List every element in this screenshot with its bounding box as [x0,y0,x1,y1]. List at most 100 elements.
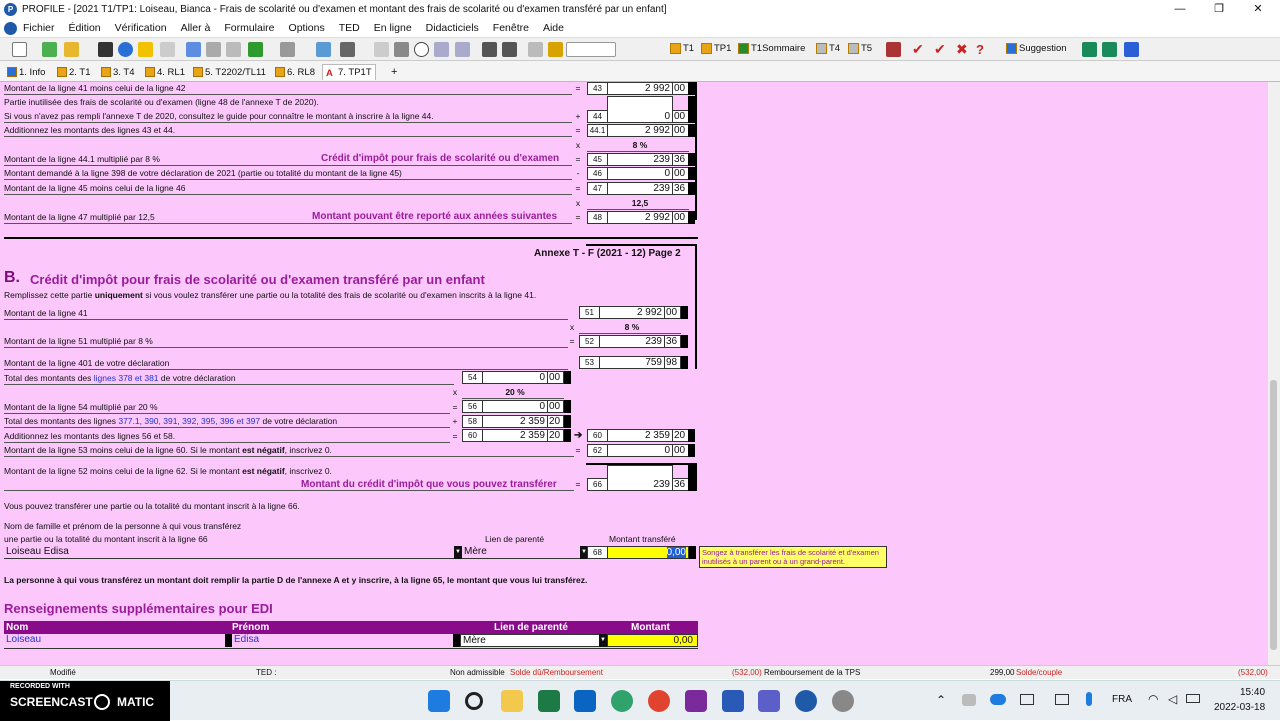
line-44-amount[interactable]: 0 [607,96,673,123]
import-icon[interactable] [42,42,57,57]
line-44-cents[interactable]: 00 [673,110,689,123]
delete-x-icon[interactable]: ✖ [956,42,971,57]
tab-rl1[interactable]: 4. RL1 [142,64,188,80]
calculator-icon[interactable] [340,42,355,57]
layout-icon[interactable] [434,42,449,57]
new-file-icon[interactable] [12,42,27,57]
line-48-amount[interactable]: 2 992 [607,211,673,224]
volume-icon[interactable]: ◁ [1168,692,1177,706]
line-51-amount[interactable]: 2 992 [599,306,665,319]
zoom-icon[interactable] [414,42,429,57]
line-45-cents[interactable]: 36 [673,153,689,166]
tp1-form-button[interactable]: TP1 [701,43,731,54]
line-56-cents[interactable]: 00 [548,400,564,413]
onedrive-icon[interactable] [990,694,1006,705]
line-53-cents[interactable]: 98 [665,356,681,369]
chrome-icon[interactable] [648,690,670,712]
line-56-amount[interactable]: 0 [482,400,548,413]
wifi-icon[interactable]: ◠ [1148,692,1158,706]
grid-icon[interactable] [316,42,331,57]
line-46-amount[interactable]: 0 [607,167,673,180]
line-441-amount[interactable]: 2 992 [607,124,673,137]
lock-icon[interactable] [548,42,563,57]
line-62-amount[interactable]: 0 [607,444,673,457]
line-58-amount[interactable]: 2 359 [482,415,548,428]
t1-form-button[interactable]: T1 [670,43,694,54]
search-icon[interactable] [465,692,483,710]
line-51-cents[interactable]: 00 [665,306,681,319]
save-icon[interactable] [98,42,113,57]
menu-ted[interactable]: TED [339,22,360,34]
favorite-star-icon[interactable] [138,42,153,57]
help-icon[interactable] [118,42,133,57]
suggestion-button[interactable]: Suggestion [1006,43,1067,54]
file-explorer-icon[interactable] [501,690,523,712]
tab-t2202[interactable]: 5. T2202/TL11 [190,64,269,80]
person-icon[interactable] [886,42,901,57]
line-46-cents[interactable]: 00 [673,167,689,180]
language-indicator[interactable]: FRA [1112,694,1132,705]
app-taskbar-icon[interactable] [832,690,854,712]
line-43-amount[interactable]: 2 992 [607,82,673,95]
line-48-cents[interactable]: 00 [673,211,689,224]
menu-en-ligne[interactable]: En ligne [374,22,412,34]
minimize-button[interactable]: — [1160,0,1200,19]
open-folder-icon[interactable] [64,42,79,57]
microphone-icon[interactable] [1086,692,1092,706]
clock-time[interactable]: 15:40 [1240,687,1265,698]
t5-button[interactable]: T5 [848,43,872,54]
menu-edition[interactable]: Édition [69,22,101,34]
menu-options[interactable]: Options [289,22,325,34]
toolbar-search-input[interactable] [566,42,616,57]
tab-t4[interactable]: 3. T4 [98,64,137,80]
t4-button[interactable]: T4 [816,43,840,54]
menu-fenetre[interactable]: Fenêtre [493,22,529,34]
tray-network-icon[interactable] [962,694,976,706]
menu-formulaire[interactable]: Formulaire [224,22,274,34]
line-62-cents[interactable]: 00 [673,444,689,457]
display-icon[interactable] [1055,694,1069,705]
line-54-cents[interactable]: 00 [548,371,564,384]
print-icon[interactable] [482,42,497,57]
line-52-amount[interactable]: 239 [599,335,665,348]
line-441-cents[interactable]: 00 [673,124,689,137]
vertical-scrollbar[interactable] [1268,82,1280,665]
window-icon[interactable] [455,42,470,57]
tab-info[interactable]: 1. Info [4,64,48,80]
menu-aller-a[interactable]: Aller à [181,22,211,34]
line-58-link[interactable]: 377.1, 390, 391, 392, 395, 396 et 397 [118,416,260,426]
copy-icon[interactable] [394,42,409,57]
chat-icon[interactable] [1082,42,1097,57]
menu-aide[interactable]: Aide [543,22,564,34]
t1sommaire-button[interactable]: T1Sommaire [738,43,805,54]
line-66-amount[interactable]: 239 [607,465,673,491]
menu-fichier[interactable]: Fichier [23,22,55,34]
line-66-cents[interactable]: 36 [673,478,689,491]
maximize-button[interactable]: ❐ [1199,0,1239,19]
word-icon[interactable] [722,690,744,712]
clock-date[interactable]: 2022-03-18 [1214,702,1265,713]
menu-didacticiels[interactable]: Didacticiels [426,22,479,34]
check-icon[interactable]: ✔ [912,42,927,57]
cut-icon[interactable] [374,42,389,57]
line-60a-cents[interactable]: 20 [548,429,564,442]
print-all-icon[interactable] [502,42,517,57]
name-dropdown-icon[interactable]: ▼ [454,546,462,559]
onenote-icon[interactable] [685,690,707,712]
outlook-icon[interactable] [574,690,596,712]
line-47-amount[interactable]: 239 [607,182,673,195]
menu-verification[interactable]: Vérification [115,22,167,34]
search-icon[interactable] [160,42,175,57]
close-button[interactable]: ✕ [1238,0,1278,19]
scrollbar-thumb[interactable] [1270,380,1277,650]
tab-t1[interactable]: 2. T1 [54,64,93,80]
edi-prenom-field[interactable]: Edisa [232,634,454,647]
forward-arrow-icon[interactable] [280,42,295,57]
tab-tp1t[interactable]: A 7. TP1T [322,64,376,80]
wifi-off-icon[interactable] [1124,42,1139,57]
edi-lien-field[interactable]: Mère [460,634,600,647]
tab-rl8[interactable]: 6. RL8 [272,64,318,80]
line-53-amount[interactable]: 759 [599,356,665,369]
line-54-amount[interactable]: 0 [482,371,548,384]
excel-icon[interactable] [538,690,560,712]
